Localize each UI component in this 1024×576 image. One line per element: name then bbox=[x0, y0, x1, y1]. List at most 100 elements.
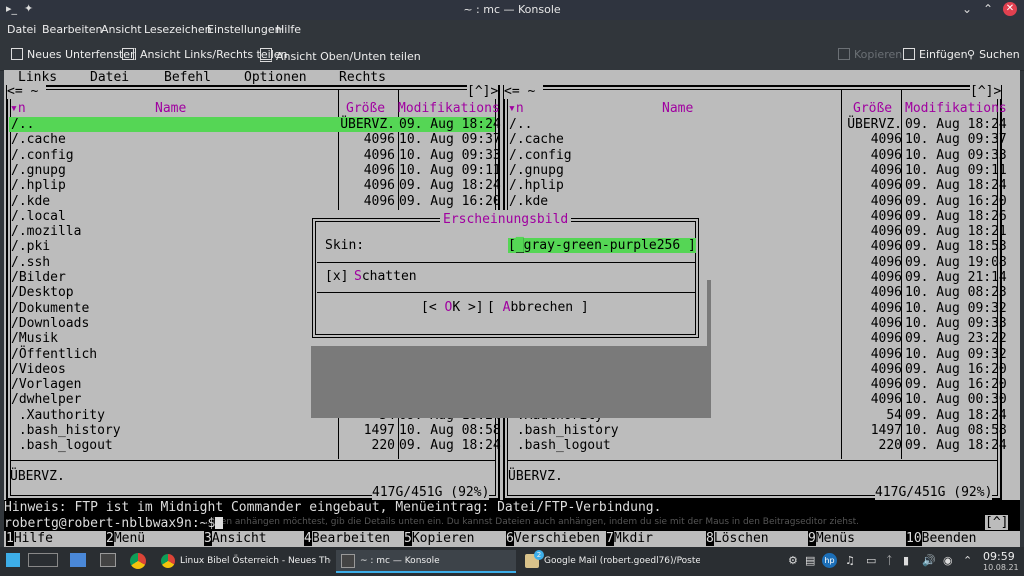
cancel-button[interactable]: [ Abbrechen ] bbox=[487, 300, 589, 315]
right-file-name[interactable]: .bash_history bbox=[509, 423, 619, 438]
right-file-name[interactable]: /.hplip bbox=[509, 178, 564, 193]
history-button[interactable]: [^] bbox=[985, 515, 1009, 530]
menu-ansicht[interactable]: Ansicht bbox=[101, 23, 142, 36]
right-file-name[interactable]: /.config bbox=[509, 148, 572, 163]
left-file-name[interactable]: /.cache bbox=[11, 132, 66, 147]
new-tab-button[interactable]: Neues Unterfenster bbox=[11, 48, 135, 61]
wifi-tray-icon[interactable]: ◉ bbox=[943, 554, 953, 567]
left-file-name[interactable]: /.hplip bbox=[11, 178, 66, 193]
command-prompt[interactable]: robertg@robert-nblbwax9n:~$ ...inen anhä… bbox=[4, 515, 1020, 531]
left-header-mod[interactable]: Modifikations bbox=[398, 101, 500, 116]
notes-tray-icon[interactable]: ▭ bbox=[866, 554, 876, 567]
fkey-10[interactable]: 10Beenden bbox=[906, 531, 976, 547]
maximize-icon[interactable]: ⌃ bbox=[983, 2, 993, 16]
shadow-checkbox[interactable]: [x] bbox=[325, 269, 348, 284]
fkey-3[interactable]: 3Ansicht bbox=[204, 531, 267, 547]
fkey-9[interactable]: 9Menüs bbox=[808, 531, 855, 547]
left-file-name[interactable]: .bash_history bbox=[11, 423, 121, 438]
terminal[interactable]: Links Datei Befehl Optionen Rechts <= ~ … bbox=[4, 70, 1020, 547]
right-sort-indicator[interactable]: ▾n bbox=[508, 101, 524, 116]
clock-time[interactable]: 09:59 bbox=[983, 550, 1015, 563]
left-file-name[interactable]: /Öffentlich bbox=[11, 347, 97, 362]
search-button[interactable]: ⚲ Suchen bbox=[967, 48, 1020, 61]
fkey-5[interactable]: 5Kopieren bbox=[404, 531, 474, 547]
right-panel-path[interactable]: <= ~ bbox=[504, 84, 544, 99]
left-file-name[interactable]: /dwhelper bbox=[11, 392, 81, 407]
menu-bearbeiten[interactable]: Bearbeiten bbox=[42, 23, 102, 36]
battery-tray-icon[interactable]: ▮ bbox=[903, 554, 909, 567]
mc-menu-befehl[interactable]: Befehl bbox=[164, 70, 211, 85]
mc-menu-links[interactable]: Links bbox=[18, 70, 57, 85]
ok-button[interactable]: [< OK >] bbox=[421, 300, 484, 315]
app-launcher-icon[interactable] bbox=[6, 553, 20, 567]
left-file-name[interactable]: /Musik bbox=[11, 331, 58, 346]
left-header-name[interactable]: Name bbox=[155, 101, 186, 116]
left-file-name[interactable]: /.gnupg bbox=[11, 163, 66, 178]
clipboard-tray-icon[interactable]: ▤ bbox=[805, 554, 815, 567]
left-file-name[interactable]: /.config bbox=[11, 148, 74, 163]
right-file-name[interactable]: /.. bbox=[509, 117, 532, 132]
left-file-name[interactable]: /Downloads bbox=[11, 316, 89, 331]
task-google-mail[interactable]: 2 Google Mail (robert.goedl76)/Poste... bbox=[520, 550, 700, 573]
copy-button[interactable]: Kopieren bbox=[838, 48, 902, 61]
menu-hilfe[interactable]: Hilfe bbox=[276, 23, 301, 36]
right-header-mod[interactable]: Modifikations bbox=[905, 101, 1007, 116]
left-file-name[interactable]: /.kde bbox=[11, 194, 50, 209]
split-lr-icon bbox=[122, 48, 136, 60]
left-file-name[interactable]: /Vorlagen bbox=[11, 377, 81, 392]
menu-lesezeichen[interactable]: Lesezeichen bbox=[144, 23, 212, 36]
left-file-name[interactable]: /Dokumente bbox=[11, 301, 89, 316]
minimize-icon[interactable]: ⌄ bbox=[962, 2, 972, 16]
left-file-name[interactable]: .Xauthority bbox=[11, 408, 105, 423]
mc-menu-rechts[interactable]: Rechts bbox=[339, 70, 386, 85]
settings-tray-icon[interactable]: ⚙ bbox=[788, 554, 798, 567]
hp-tray-icon[interactable]: hp bbox=[822, 553, 837, 568]
left-panel-path[interactable]: <= ~ bbox=[7, 84, 47, 99]
left-file-name[interactable]: /Desktop bbox=[11, 285, 74, 300]
task-linux-bibel[interactable]: Linux Bibel Österreich - Neues The... bbox=[156, 550, 331, 573]
menu-einstellungen[interactable]: Einstellungen bbox=[207, 23, 282, 36]
terminal-launcher-icon[interactable] bbox=[100, 553, 116, 567]
right-file-name[interactable]: /.gnupg bbox=[509, 163, 564, 178]
right-file-name[interactable]: /.cache bbox=[509, 132, 564, 147]
menu-datei[interactable]: Datei bbox=[7, 23, 36, 36]
close-icon[interactable]: ✕ bbox=[1003, 2, 1017, 16]
fkey-2[interactable]: 2Menü bbox=[106, 531, 145, 547]
right-file-name[interactable]: .bash_logout bbox=[509, 438, 611, 453]
bluetooth-tray-icon[interactable]: ᛏ bbox=[886, 554, 893, 567]
mc-menu-optionen[interactable]: Optionen bbox=[244, 70, 307, 85]
clock-date[interactable]: 10.08.21 bbox=[983, 563, 1019, 572]
paste-button[interactable]: Einfügen bbox=[903, 48, 968, 61]
skin-select[interactable]: [█gray-green-purple256 ] bbox=[508, 238, 696, 253]
left-file-name[interactable]: /Bilder bbox=[11, 270, 66, 285]
right-panel-menu-toggle[interactable]: [^]> bbox=[970, 84, 1002, 99]
fkey-1[interactable]: 1Hilfe bbox=[6, 531, 53, 547]
split-tb-button[interactable]: Ansicht Oben/Unten teilen bbox=[260, 48, 421, 63]
file-manager-icon[interactable] bbox=[70, 553, 86, 567]
shadow-label[interactable]: Schatten bbox=[354, 269, 417, 284]
volume-tray-icon[interactable]: 🔊 bbox=[922, 554, 936, 567]
fkey-8[interactable]: 8Löschen bbox=[706, 531, 769, 547]
fkey-4[interactable]: 4Bearbeiten bbox=[304, 531, 390, 547]
left-file-name[interactable]: /.local bbox=[11, 209, 66, 224]
fkey-6[interactable]: 6Verschieben bbox=[506, 531, 600, 547]
left-file-name[interactable]: .bash_logout bbox=[11, 438, 113, 453]
left-file-name[interactable]: /Videos bbox=[11, 362, 66, 377]
left-file-name[interactable]: /.ssh bbox=[11, 255, 50, 270]
tray-expand-icon[interactable]: ⌃ bbox=[963, 554, 972, 567]
left-header-size[interactable]: Größe bbox=[346, 101, 385, 116]
task-konsole[interactable]: ~ : mc — Konsole bbox=[336, 550, 516, 573]
pager-icon[interactable] bbox=[28, 553, 58, 567]
left-file-name[interactable]: /.. bbox=[11, 117, 34, 132]
left-sort-indicator[interactable]: ▾n bbox=[10, 101, 26, 116]
audio-tray-icon[interactable]: ♫ bbox=[845, 554, 855, 567]
left-panel-menu-toggle[interactable]: [^]> bbox=[467, 84, 499, 99]
chrome-launcher-icon[interactable] bbox=[130, 553, 146, 569]
right-header-name[interactable]: Name bbox=[662, 101, 693, 116]
right-file-name[interactable]: /.kde bbox=[509, 194, 548, 209]
left-file-name[interactable]: /.mozilla bbox=[11, 224, 81, 239]
right-header-size[interactable]: Größe bbox=[853, 101, 892, 116]
left-file-name[interactable]: /.pki bbox=[11, 239, 50, 254]
mc-menu-datei[interactable]: Datei bbox=[90, 70, 129, 85]
fkey-7[interactable]: 7Mkdir bbox=[606, 531, 653, 547]
